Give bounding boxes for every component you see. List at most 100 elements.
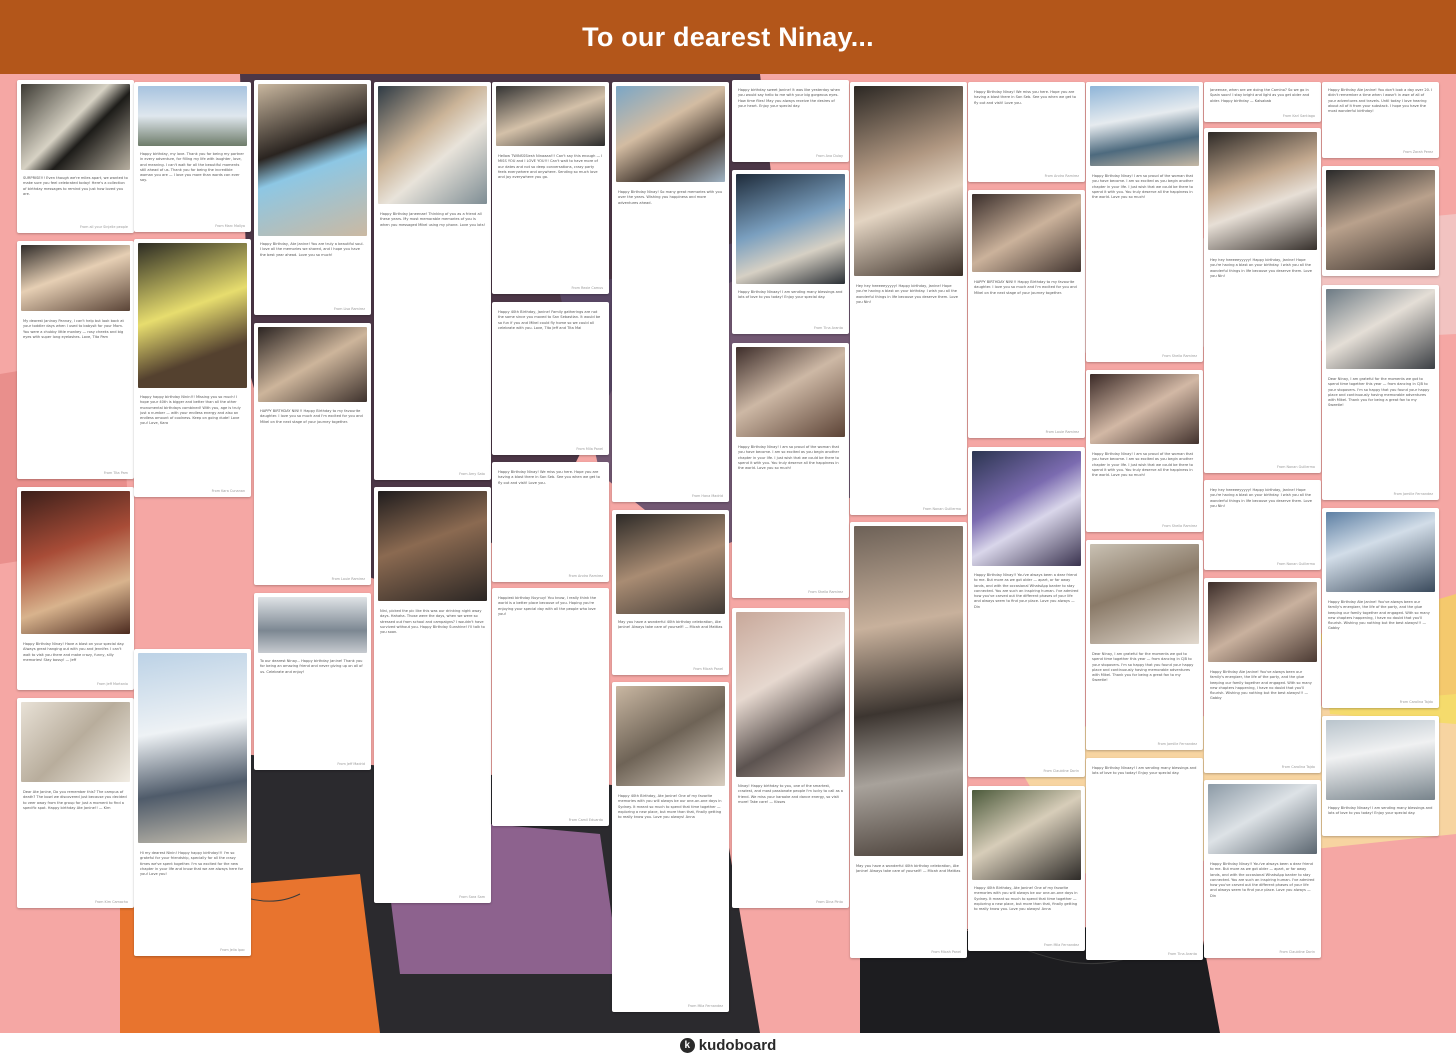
post-card[interactable]: Happy happy birthday Ninin!!! Missing yo… <box>134 239 251 497</box>
post-author: From Jelia Ipac <box>220 948 245 952</box>
post-photo <box>1090 544 1199 644</box>
post-message: Happy birthday sweet Janine! It was like… <box>738 88 841 108</box>
post-author: From Micah Panel <box>693 667 723 671</box>
post-card[interactable]: Hey hey heeeeeyyyyy! Happy birthday, Jan… <box>1204 480 1321 570</box>
post-author: From Louie Ramirez <box>331 577 365 581</box>
post-photo <box>21 245 130 311</box>
post-photo <box>854 526 963 856</box>
post-author: From Clauidine Dorin <box>1043 769 1079 773</box>
post-card[interactable]: Happy Birthday Ninay! I am so proud of t… <box>1086 82 1203 362</box>
post-message: Dear Ninay, I am grateful for the moment… <box>1328 377 1430 408</box>
post-card[interactable]: Nini, picked the pic like this was our d… <box>374 487 491 903</box>
post-author: From Andra Ramirez <box>568 574 603 578</box>
post-card[interactable]: HAPPY BIRTHDAY NIN!!! Happy Birthday to … <box>254 323 371 585</box>
post-message: Happy Birthday Ninaay! I am sending many… <box>1092 766 1197 776</box>
post-photo <box>1326 170 1435 270</box>
post-card[interactable]: Hi my dearest Ninin! Happy happy birthda… <box>134 649 251 956</box>
post-card[interactable]: Happy 40th Birthday, Ate Janine! One of … <box>968 786 1085 951</box>
post-photo <box>972 451 1081 566</box>
post-card[interactable]: Happy Birthday Ninay! So many great memo… <box>612 82 729 502</box>
post-author: From Ana Dulay <box>816 154 843 158</box>
kudoboard-logo[interactable]: k kudoboard <box>679 1036 777 1054</box>
post-card[interactable]: Happy Birthday Ninaay! I am sending many… <box>1086 758 1203 960</box>
post-message: Happy Birthday Ninay! I am so proud of t… <box>1092 174 1194 200</box>
post-message: Hi my dearest Ninin! Happy happy birthda… <box>140 851 244 877</box>
post-author: From Sheila Ramirez <box>1162 354 1197 358</box>
post-card[interactable]: Happy birthday sweet Janine! It was like… <box>732 80 849 162</box>
post-card[interactable]: Hellow TWINSSSiesh Ninaaaa!!! Can't say … <box>492 82 609 294</box>
post-message: Happy Birthday Ninaay! I am sending many… <box>1328 806 1433 816</box>
post-author: From Karl Santiago <box>1282 114 1315 118</box>
post-message: Happy Birthday Ate Janine! You don't loo… <box>1328 88 1433 114</box>
post-message: Ninay! Happy birthday to you, one of the… <box>738 784 843 804</box>
post-card[interactable]: HAPPY BIRTHDAY NIN!!! Happy Birthday to … <box>968 190 1085 438</box>
post-author: From Camil Eduardo <box>568 818 603 822</box>
post-message: May you have a wonderful 40th birthday c… <box>618 620 723 630</box>
post-message: Janeenae, when are we doing the Camino? … <box>1210 88 1310 103</box>
post-author: From Mila Fernandez <box>687 1004 723 1008</box>
post-author: From Tina Aranta <box>1167 952 1197 956</box>
post-message: Happy Birthday Ninay!! You've always bee… <box>974 573 1079 609</box>
post-card[interactable]: Happy Birthday Ninay!! You've always bee… <box>968 447 1085 777</box>
post-photo <box>736 347 845 437</box>
post-author: From Micah Panel <box>931 950 961 954</box>
post-card[interactable]: Happy Birthday Ninay! Have a blast on yo… <box>17 487 134 690</box>
post-message: Happy birthday, my love. Thank you for b… <box>140 152 244 183</box>
post-photo <box>138 86 247 146</box>
post-author: From Sheila Ramirez <box>1162 524 1197 528</box>
post-message: HAPPY BIRTHDAY NIN!!! Happy Birthday to … <box>260 409 363 424</box>
post-card[interactable]: Happy Birthday Ate Janine! You don't loo… <box>1322 82 1439 158</box>
post-card[interactable]: Hey hey heeeeeyyyyy! Happy birthday, Jan… <box>1204 128 1321 473</box>
post-card[interactable]: My dearest Janinay Pannay, I can't help … <box>17 241 134 479</box>
post-photo <box>496 86 605 146</box>
post-author: From Clauidine Dorin <box>1279 950 1315 954</box>
post-message: Hey hey heeeeeyyyyy! Happy birthday, Jan… <box>1210 488 1312 508</box>
post-card[interactable]: Happy Birthday Ninay! I am so proud of t… <box>1086 370 1203 532</box>
post-card[interactable]: Happy birthday, my love. Thank you for b… <box>134 82 251 232</box>
post-author: From Jeff Mortanio <box>97 682 128 686</box>
post-card[interactable]: Happy Birthday, Ate Janine! You are trul… <box>254 80 371 315</box>
post-card[interactable]: Hey hey heeeeeyyyyy! Happy birthday, Jan… <box>850 82 967 515</box>
post-card[interactable]: May you have a wonderful 40th birthday c… <box>612 510 729 675</box>
kudoboard-logo-icon: k <box>679 1037 695 1053</box>
post-author: From Lisa Ramirez <box>333 307 365 311</box>
post-card[interactable]: Happy Birthday Ate Janine! You've always… <box>1322 508 1439 708</box>
post-card[interactable]: Happy Birthday Ninay! We miss you here. … <box>492 462 609 582</box>
post-message: Happy 40th Birthday, Ate Janine! One of … <box>618 794 722 820</box>
post-card[interactable]: Happy 40th Birthday, Janine! Family gath… <box>492 302 609 455</box>
post-card[interactable]: Happiest birthday Nuynuy! You know, I re… <box>492 588 609 826</box>
post-card[interactable] <box>1322 166 1439 276</box>
post-message: Dear Ninay, I am grateful for the moment… <box>1092 652 1194 683</box>
post-message: Happy Birthday, Ate Janine! You are trul… <box>260 242 364 257</box>
post-card[interactable]: Dear Ninay, I am grateful for the moment… <box>1086 540 1203 750</box>
post-message: Happy Birthday Ninay! So many great memo… <box>618 190 722 205</box>
post-card[interactable]: SURPRISE!!! Even though we're miles apar… <box>17 80 134 233</box>
post-card[interactable]: Happy Birthday Ninaay! I am sending many… <box>732 170 849 334</box>
post-author: From Mila Panel <box>576 447 603 451</box>
post-message: Happy Birthday Ninay! I am so proud of t… <box>1092 452 1194 478</box>
post-message: Happy Birthday Ninay! We miss you here. … <box>974 90 1076 105</box>
post-card[interactable]: To our dearest Ninay... Happy birthday J… <box>254 593 371 770</box>
post-author: From Rexie Camus <box>571 286 603 290</box>
post-card[interactable]: Dear Ninay, I am grateful for the moment… <box>1322 285 1439 500</box>
post-message: May you have a wonderful 40th birthday c… <box>856 864 961 874</box>
post-author: From Dina Pinto <box>816 900 843 904</box>
footer-brand: kudoboard <box>698 1036 777 1054</box>
post-message: Happy happy birthday Ninin!!! Missing yo… <box>140 395 241 426</box>
post-author: From Amy Sato <box>459 472 485 476</box>
post-photo <box>258 327 367 402</box>
post-card[interactable]: Happy Birthday Ninay! We miss you here. … <box>968 82 1085 182</box>
post-card[interactable]: Dear Ate Janine, Do you remember this? T… <box>17 698 134 908</box>
post-card[interactable]: Happy Birthday Ate Janine! You've always… <box>1204 578 1321 773</box>
post-card[interactable]: Happy Birthday Janeenae! Thinking of you… <box>374 82 491 480</box>
post-card[interactable]: May you have a wonderful 40th birthday c… <box>850 522 967 958</box>
post-author: From Tina Aranta <box>813 326 843 330</box>
post-card[interactable]: Happy Birthday Ninaay! I am sending many… <box>1322 716 1439 836</box>
post-photo <box>21 702 130 782</box>
post-card[interactable]: Happy 40th Birthday, Ate Janine! One of … <box>612 682 729 1012</box>
post-photo <box>1090 374 1199 444</box>
post-card[interactable]: Happy Birthday Ninay! I am so proud of t… <box>732 343 849 598</box>
post-card[interactable]: Janeenae, when are we doing the Camino? … <box>1204 82 1321 122</box>
post-card[interactable]: Ninay! Happy birthday to you, one of the… <box>732 608 849 908</box>
post-card[interactable]: Happy Birthday Ninay!! You've always bee… <box>1204 780 1321 958</box>
